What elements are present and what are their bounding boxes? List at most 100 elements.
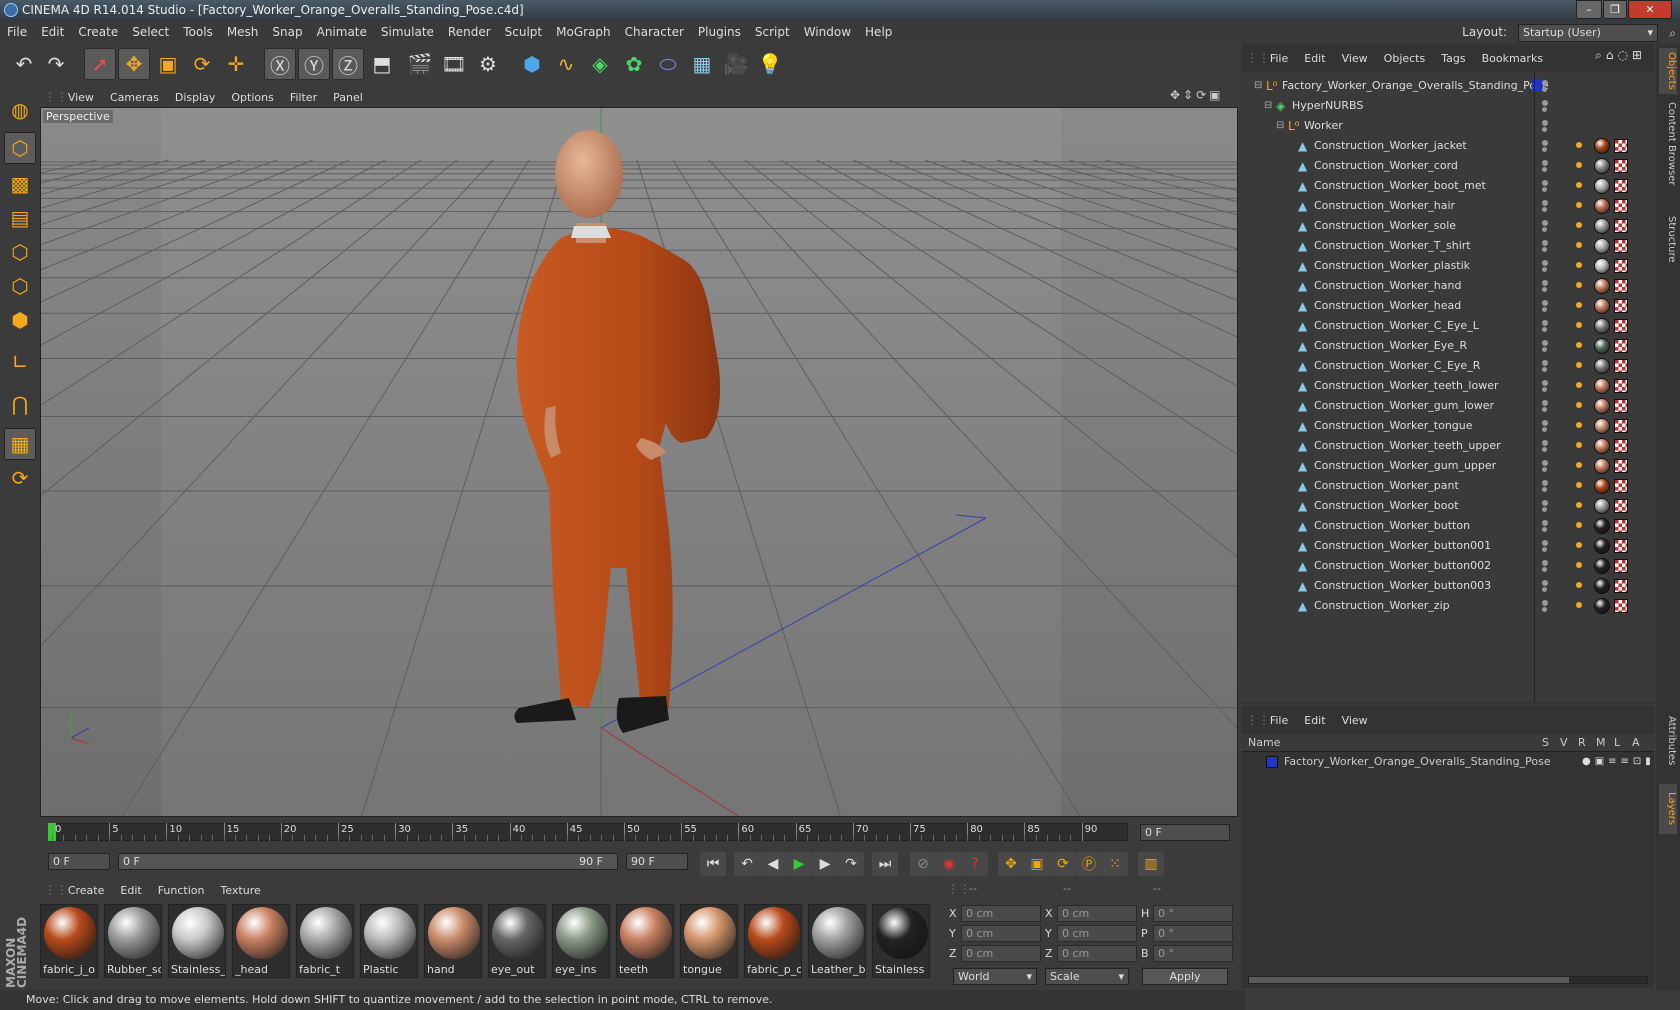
keyframe-selection-icon[interactable]: ? [962,852,988,876]
editor-visibility-dot[interactable] [1542,320,1548,326]
material-tag-icon[interactable] [1594,378,1610,394]
render-visibility-dot[interactable] [1542,507,1547,512]
render-visibility-dot[interactable] [1542,307,1547,312]
object-row[interactable]: ▲ Construction_Worker_gum_lower [1242,396,1654,416]
object-row[interactable]: ⊟ L⁰ Worker [1242,116,1654,136]
editor-visibility-dot[interactable] [1542,80,1548,86]
phong-tag-icon[interactable] [1576,282,1582,288]
material-tag-icon[interactable] [1594,518,1610,534]
render-visibility-dot[interactable] [1542,407,1547,412]
spline-button[interactable]: ∿ [550,48,582,80]
material-swatch[interactable]: eye_out [488,904,546,978]
phong-tag-icon[interactable] [1576,302,1582,308]
object-row[interactable]: ▲ Construction_Worker_hand [1242,276,1654,296]
perspective-viewport[interactable]: Perspective [40,107,1238,817]
phong-tag-icon[interactable] [1576,262,1582,268]
material-tag-icon[interactable] [1594,498,1610,514]
layer-col-header[interactable]: A [1632,734,1640,752]
material-tag-icon[interactable] [1594,578,1610,594]
phong-tag-icon[interactable] [1576,562,1582,568]
auto-key-icon[interactable]: ◉ [936,852,962,876]
undo-button[interactable]: ↶ [8,48,40,80]
menu-mesh[interactable]: Mesh [220,21,266,44]
material-tag-icon[interactable] [1594,418,1610,434]
phong-tag-icon[interactable] [1576,442,1582,448]
material-tag-icon[interactable] [1594,398,1610,414]
make-editable-button[interactable]: ◍ [4,94,36,126]
texture-tag-icon[interactable] [1614,479,1628,493]
viewport-menu-display[interactable]: Display [167,88,224,107]
phong-tag-icon[interactable] [1576,222,1582,228]
material-tag-icon[interactable] [1594,598,1610,614]
editor-visibility-dot[interactable] [1542,580,1548,586]
object-row[interactable]: ▲ Construction_Worker_pant [1242,476,1654,496]
maximize-button[interactable]: ❐ [1603,0,1627,19]
deformer-button[interactable]: ⬭ [652,48,684,80]
object-row[interactable]: ▲ Construction_Worker_C_Eye_R [1242,356,1654,376]
coord-value-field[interactable]: 0 ° [1153,925,1233,942]
phong-tag-icon[interactable] [1576,422,1582,428]
object-row[interactable]: ▲ Construction_Worker_cord [1242,156,1654,176]
phong-tag-icon[interactable] [1576,142,1582,148]
viewport-menu-cameras[interactable]: Cameras [102,88,167,107]
object-row[interactable]: ▲ Construction_Worker_T_shirt [1242,236,1654,256]
phong-tag-icon[interactable] [1576,382,1582,388]
material-menu-edit[interactable]: Edit [112,881,149,901]
coord-value-field[interactable]: 0 cm [1057,925,1137,942]
phong-tag-icon[interactable] [1576,602,1582,608]
editor-visibility-dot[interactable] [1542,560,1548,566]
menu-script[interactable]: Script [748,21,797,44]
scale-button[interactable]: ▣ [152,48,184,80]
material-swatch[interactable]: fabric_j_o [40,904,98,978]
material-tag-icon[interactable] [1594,538,1610,554]
render-visibility-dot[interactable] [1542,187,1547,192]
material-tag-icon[interactable] [1594,458,1610,474]
object-row[interactable]: ▲ Construction_Worker_plastik [1242,256,1654,276]
render-visibility-dot[interactable] [1542,587,1547,592]
menu-select[interactable]: Select [125,21,176,44]
editor-visibility-dot[interactable] [1542,260,1548,266]
object-row[interactable]: ▲ Construction_Worker_teeth_lower [1242,376,1654,396]
menu-plugins[interactable]: Plugins [691,21,748,44]
object-menu-edit[interactable]: Edit [1296,49,1333,69]
render-visibility-dot[interactable] [1542,547,1547,552]
phong-tag-icon[interactable] [1576,462,1582,468]
render-visibility-dot[interactable] [1542,107,1547,112]
menu-edit[interactable]: Edit [34,21,71,44]
tab-layers[interactable]: Layers [1659,784,1677,834]
phong-tag-icon[interactable] [1576,402,1582,408]
material-swatch[interactable]: fabric_t [296,904,354,978]
prev-frame-icon[interactable]: ◀ [760,852,786,876]
editor-visibility-dot[interactable] [1542,460,1548,466]
play-icon[interactable]: ▶ [786,852,812,876]
object-row[interactable]: ⊟ ◈ HyperNURBS [1242,96,1654,116]
coord-value-field[interactable]: 0 ° [1153,905,1233,922]
material-swatch[interactable]: Plastic [360,904,418,978]
object-row[interactable]: ▲ Construction_Worker_Eye_R [1242,336,1654,356]
live-select-button[interactable]: ➚ [84,48,116,80]
nurbs-button[interactable]: ◈ [584,48,616,80]
redo-button[interactable]: ↷ [40,48,72,80]
phong-tag-icon[interactable] [1576,322,1582,328]
editor-visibility-dot[interactable] [1542,600,1548,606]
layer-col-header[interactable]: R [1578,734,1586,752]
render-visibility-dot[interactable] [1542,207,1547,212]
material-swatch[interactable]: Stainless [872,904,930,978]
editor-visibility-dot[interactable] [1542,360,1548,366]
tab-attributes[interactable]: Attributes [1659,704,1677,778]
viewport-menu-panel[interactable]: Panel [325,88,371,107]
render-visibility-dot[interactable] [1542,387,1547,392]
camera-button[interactable]: 🎥 [720,48,752,80]
texture-tag-icon[interactable] [1614,219,1628,233]
material-swatch[interactable]: hand [424,904,482,978]
texture-tag-icon[interactable] [1614,599,1628,613]
viewport-menu-view[interactable]: View [60,88,102,107]
range-slider[interactable]: 0 F 90 F [118,853,618,870]
render-settings-button[interactable]: ⚙ [472,48,504,80]
layer-col-header[interactable]: V [1560,734,1568,752]
menu-render[interactable]: Render [441,21,498,44]
key-scale-icon[interactable]: ▣ [1024,852,1050,876]
layer-color-swatch[interactable] [1266,756,1278,768]
phong-tag-icon[interactable] [1576,202,1582,208]
editor-visibility-dot[interactable] [1542,420,1548,426]
